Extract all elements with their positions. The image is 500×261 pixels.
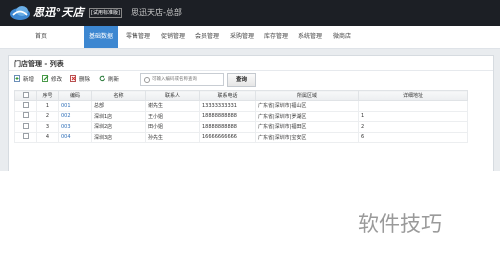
select-all-checkbox[interactable] — [22, 91, 29, 98]
nav-member[interactable]: 会员管理 — [190, 26, 224, 48]
main-nav: 首页 基础数据 零售管理 促销管理 会员管理 采购管理 库存管理 系统管理 微商… — [0, 26, 500, 49]
cell-seq: 2 — [36, 110, 59, 122]
col-name: 名称 — [91, 90, 146, 101]
cell-name: 深圳1店 — [91, 110, 146, 122]
edit-label: 修改 — [51, 77, 63, 83]
nav-home[interactable]: 首页 — [24, 26, 58, 48]
col-code[interactable]: 编码 — [58, 90, 92, 101]
row-select-cell[interactable] — [14, 131, 37, 143]
cell-phone: 18888888888 — [199, 110, 256, 122]
cell-address: 6 — [358, 131, 468, 143]
col-contact: 联系人 — [145, 90, 200, 101]
top-bar: 思迅°天店 [试用标准版] 思迅天店-总部 — [0, 0, 500, 26]
select-all-header[interactable] — [14, 90, 37, 101]
cell-region: 广东省|深圳市|福山区 — [255, 100, 359, 112]
cell-code[interactable]: 003 — [58, 121, 92, 133]
cell-region: 广东省|深圳市|宝安区 — [255, 131, 359, 143]
row-select-cell[interactable] — [14, 100, 37, 112]
edition-badge: [试用标准版] — [89, 8, 122, 18]
col-region: 所属区域 — [255, 90, 359, 101]
row-select-cell[interactable] — [14, 110, 37, 122]
col-address: 详细地址 — [358, 90, 468, 101]
cell-seq: 4 — [36, 131, 59, 143]
cell-contact: 田小姐 — [145, 121, 200, 133]
cell-name: 深圳2店 — [91, 121, 146, 133]
nav-system[interactable]: 系统管理 — [293, 26, 327, 48]
cell-address: 2 — [358, 121, 468, 133]
add-doc-icon — [14, 75, 20, 82]
table-header-row: 序号 编码 名称 联系人 联系电话 所属区域 详细地址 — [14, 90, 468, 101]
refresh-label: 刷新 — [108, 77, 120, 83]
table-row[interactable]: 4 004 深圳3店 孙先生 16666666666 广东省|深圳市|宝安区 6 — [14, 131, 468, 143]
cell-phone: 13333333331 — [199, 100, 256, 112]
row-checkbox[interactable] — [22, 101, 29, 108]
cell-seq: 1 — [36, 100, 59, 112]
query-button[interactable]: 查询 — [227, 73, 256, 87]
nav-retail[interactable]: 零售管理 — [121, 26, 155, 48]
search-icon — [144, 77, 150, 83]
delete-label: 删除 — [79, 77, 91, 83]
search-box — [140, 73, 224, 86]
cell-contact: 谢先生 — [145, 100, 200, 112]
row-checkbox[interactable] — [22, 122, 29, 129]
table-row[interactable]: 1 001 总部 谢先生 13333333331 广东省|深圳市|福山区 — [14, 100, 468, 112]
cell-name: 总部 — [91, 100, 146, 112]
col-phone: 联系电话 — [199, 90, 256, 101]
cell-code[interactable]: 002 — [58, 110, 92, 122]
cell-phone: 18888888888 — [199, 121, 256, 133]
table-row[interactable]: 3 003 深圳2店 田小姐 18888888888 广东省|深圳市|福田区 2 — [14, 121, 468, 133]
store-name: 思迅天店-总部 — [131, 8, 182, 17]
cloud-logo-icon — [10, 6, 30, 20]
delete-icon — [70, 75, 76, 82]
cell-address — [358, 100, 468, 112]
watermark-text: 软件技巧 — [358, 212, 442, 236]
edit-icon — [42, 75, 49, 82]
cell-phone: 16666666666 — [199, 131, 256, 143]
search-input[interactable] — [152, 74, 220, 85]
row-checkbox[interactable] — [22, 112, 29, 119]
nav-micro-store[interactable]: 微商店 — [327, 26, 357, 48]
cell-address: 1 — [358, 110, 468, 122]
cell-seq: 3 — [36, 121, 59, 133]
nav-purchase[interactable]: 采购管理 — [225, 26, 259, 48]
cell-code[interactable]: 004 — [58, 131, 92, 143]
edit-button[interactable]: 修改 — [42, 75, 62, 85]
panel-title: 门店管理 - 列表 — [14, 60, 64, 68]
row-select-cell[interactable] — [14, 121, 37, 133]
nav-base-data[interactable]: 基础数据 — [84, 26, 118, 48]
nav-inventory[interactable]: 库存管理 — [259, 26, 293, 48]
cell-region: 广东省|深圳市|罗湖区 — [255, 110, 359, 122]
nav-promotion[interactable]: 促销管理 — [156, 26, 190, 48]
refresh-button[interactable]: 刷新 — [99, 75, 119, 85]
col-seq: 序号 — [36, 90, 59, 101]
app-logo-text: 思迅°天店 — [33, 6, 84, 19]
cell-name: 深圳3店 — [91, 131, 146, 143]
table-row[interactable]: 2 002 深圳1店 王小姐 18888888888 广东省|深圳市|罗湖区 1 — [14, 110, 468, 122]
cell-contact: 孙先生 — [145, 131, 200, 143]
add-button[interactable]: 新增 — [14, 75, 34, 85]
cell-region: 广东省|深圳市|福田区 — [255, 121, 359, 133]
cell-code[interactable]: 001 — [58, 100, 92, 112]
store-table: 序号 编码 名称 联系人 联系电话 所属区域 详细地址 1 001 总部 谢先生… — [14, 90, 468, 143]
add-label: 新增 — [23, 77, 35, 83]
row-checkbox[interactable] — [22, 133, 29, 140]
refresh-icon — [99, 75, 105, 82]
cell-contact: 王小姐 — [145, 110, 200, 122]
store-list-panel: 门店管理 - 列表 新增 修改 删除 刷新 查询 序号 编码 名称 联系人 联系… — [8, 55, 494, 172]
panel-header: 门店管理 - 列表 — [9, 56, 493, 71]
delete-button[interactable]: 删除 — [70, 75, 90, 85]
